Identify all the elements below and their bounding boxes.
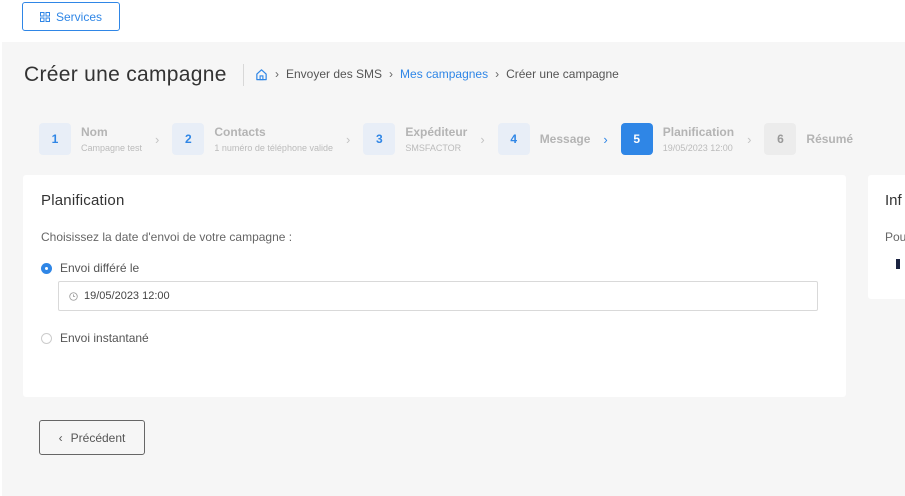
- step-label: Résumé: [806, 132, 854, 146]
- date-input[interactable]: 19/05/2023 12:00: [58, 281, 818, 311]
- step-subtitle: 1 numéro de téléphone valide: [214, 143, 333, 153]
- info-text: Pou: [885, 230, 905, 244]
- services-button[interactable]: Services: [22, 2, 120, 31]
- radio-unchecked-icon[interactable]: [41, 332, 52, 344]
- step-label: Expéditeur: [405, 125, 468, 139]
- info-card: Inf Pou: [868, 175, 905, 299]
- step-number: 1: [39, 123, 71, 155]
- step-label: Message: [539, 132, 591, 146]
- info-title: Inf: [885, 192, 902, 209]
- radio-instant[interactable]: Envoi instantané: [41, 331, 149, 345]
- radio-checked-icon[interactable]: [41, 262, 52, 274]
- step-planning[interactable]: 5 Planification 19/05/2023 12:00: [620, 123, 735, 155]
- campaign-stepper: 1 Nom Campagne test › 2 Contacts 1 numér…: [39, 122, 905, 156]
- date-value: 19/05/2023 12:00: [84, 290, 170, 302]
- step-name[interactable]: 1 Nom Campagne test: [39, 123, 142, 155]
- chevron-left-icon: ‹: [58, 430, 63, 445]
- step-label: Planification: [662, 125, 735, 139]
- step-number: 3: [363, 123, 396, 155]
- step-summary[interactable]: 6 Résumé: [764, 123, 853, 155]
- step-label: Nom: [81, 125, 108, 139]
- planning-card: Planification Choisissez la date d'envoi…: [23, 175, 846, 397]
- step-subtitle: Campagne test: [81, 143, 143, 153]
- step-subtitle: SMSFACTOR: [405, 143, 462, 153]
- previous-button[interactable]: ‹ Précédent: [39, 420, 145, 455]
- previous-label: Précédent: [70, 430, 126, 445]
- title-divider: [243, 64, 244, 86]
- chevron-right-icon: ›: [480, 131, 485, 147]
- chevron-right-icon: ›: [389, 67, 394, 81]
- chevron-right-icon: ›: [155, 131, 160, 147]
- chevron-right-icon: ›: [495, 67, 500, 81]
- breadcrumb: › Envoyer des SMS › Mes campagnes › Crée…: [255, 67, 619, 81]
- step-message[interactable]: 4 Message: [497, 123, 591, 155]
- step-number: 5: [620, 123, 653, 155]
- home-icon[interactable]: [255, 68, 268, 81]
- clock-icon: [69, 291, 78, 301]
- step-sender[interactable]: 3 Expéditeur SMSFACTOR: [363, 123, 467, 155]
- info-mark: [896, 259, 900, 269]
- page-title: Créer une campagne: [24, 63, 227, 86]
- breadcrumb-item-send-sms[interactable]: Envoyer des SMS: [286, 67, 382, 81]
- radio-deferred-label: Envoi différé le: [60, 261, 140, 275]
- services-label: Services: [55, 9, 102, 24]
- top-bar: Services: [0, 0, 905, 42]
- breadcrumb-item-my-campaigns[interactable]: Mes campagnes: [400, 67, 488, 81]
- step-number: 4: [497, 123, 530, 155]
- planning-description: Choisissez la date d'envoi de votre camp…: [41, 230, 293, 244]
- step-number: 6: [764, 123, 797, 155]
- radio-instant-label: Envoi instantané: [60, 331, 149, 345]
- radio-deferred[interactable]: Envoi différé le: [41, 261, 139, 275]
- chevron-right-icon: ›: [345, 131, 351, 147]
- step-subtitle: 19/05/2023 12:00: [662, 143, 733, 153]
- step-number: 2: [172, 123, 205, 155]
- chevron-right-icon: ›: [747, 131, 752, 147]
- main-content: Créer une campagne › Envoyer des SMS › M…: [2, 42, 905, 496]
- step-contacts[interactable]: 2 Contacts 1 numéro de téléphone valide: [172, 123, 333, 155]
- breadcrumb-item-current: Créer une campagne: [506, 67, 619, 81]
- grid-icon: [39, 11, 50, 22]
- chevron-right-icon: ›: [275, 67, 279, 81]
- chevron-right-icon: ›: [603, 131, 608, 147]
- planning-title: Planification: [41, 192, 125, 209]
- step-label: Contacts: [214, 125, 266, 139]
